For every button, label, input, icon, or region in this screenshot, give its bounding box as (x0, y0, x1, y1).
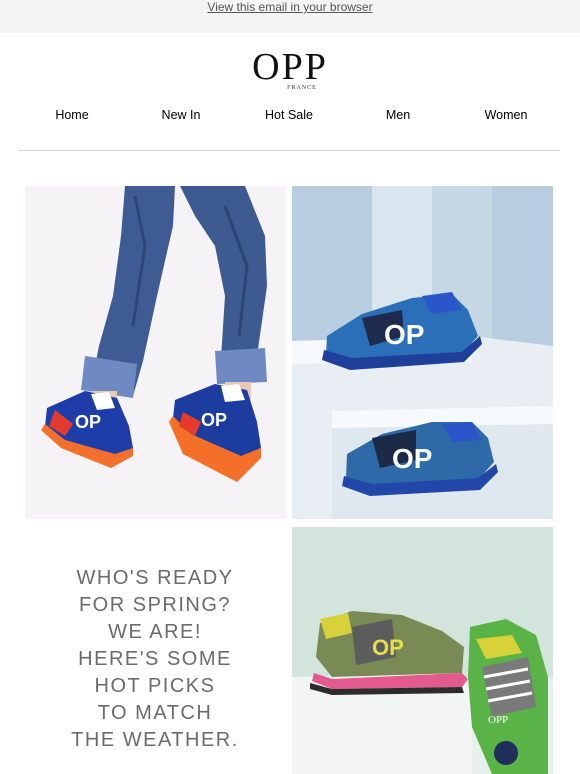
svg-text:OP: OP (201, 410, 227, 430)
promo-line: WHO'S READY (76, 567, 234, 589)
promo-line: TO MATCH (97, 702, 213, 724)
nav-men[interactable]: Men (386, 108, 410, 122)
main-nav: Home New In Hot Sale Men Women (0, 108, 580, 126)
blue-sneakers-image[interactable]: OP OP (292, 186, 553, 519)
shoe-logo-mark: OPP (488, 714, 508, 726)
svg-text:OP: OP (392, 443, 432, 474)
nav-women[interactable]: Women (485, 108, 528, 122)
view-in-browser-link[interactable]: View this email in your browser (0, 0, 580, 15)
promo-line: THE WEATHER. (71, 729, 239, 751)
brand-name: OPP (252, 46, 328, 88)
svg-text:OP: OP (372, 635, 404, 660)
jeans-sneakers-image[interactable]: OP OP (25, 186, 286, 519)
promo-tagline: WHO'S READY FOR SPRING? WE ARE! HERE'S S… (25, 565, 285, 754)
promo-line: HERE'S SOME (78, 648, 232, 670)
nav-hot-sale[interactable]: Hot Sale (265, 108, 313, 122)
brand-logo[interactable]: OPP FRANCE (0, 46, 580, 91)
header-divider (18, 150, 560, 151)
promo-line: HOT PICKS (94, 675, 216, 697)
green-sneakers-image[interactable]: OP OPP (292, 527, 553, 774)
promo-line: FOR SPRING? (78, 594, 232, 616)
shoe-logo-mark: OP (75, 412, 101, 432)
shoe-logo-mark: OP (384, 319, 424, 350)
nav-home[interactable]: Home (55, 108, 88, 122)
nav-new-in[interactable]: New In (162, 108, 201, 122)
promo-line: WE ARE! (108, 621, 202, 643)
brand-subtitle: FRANCE (287, 85, 317, 91)
